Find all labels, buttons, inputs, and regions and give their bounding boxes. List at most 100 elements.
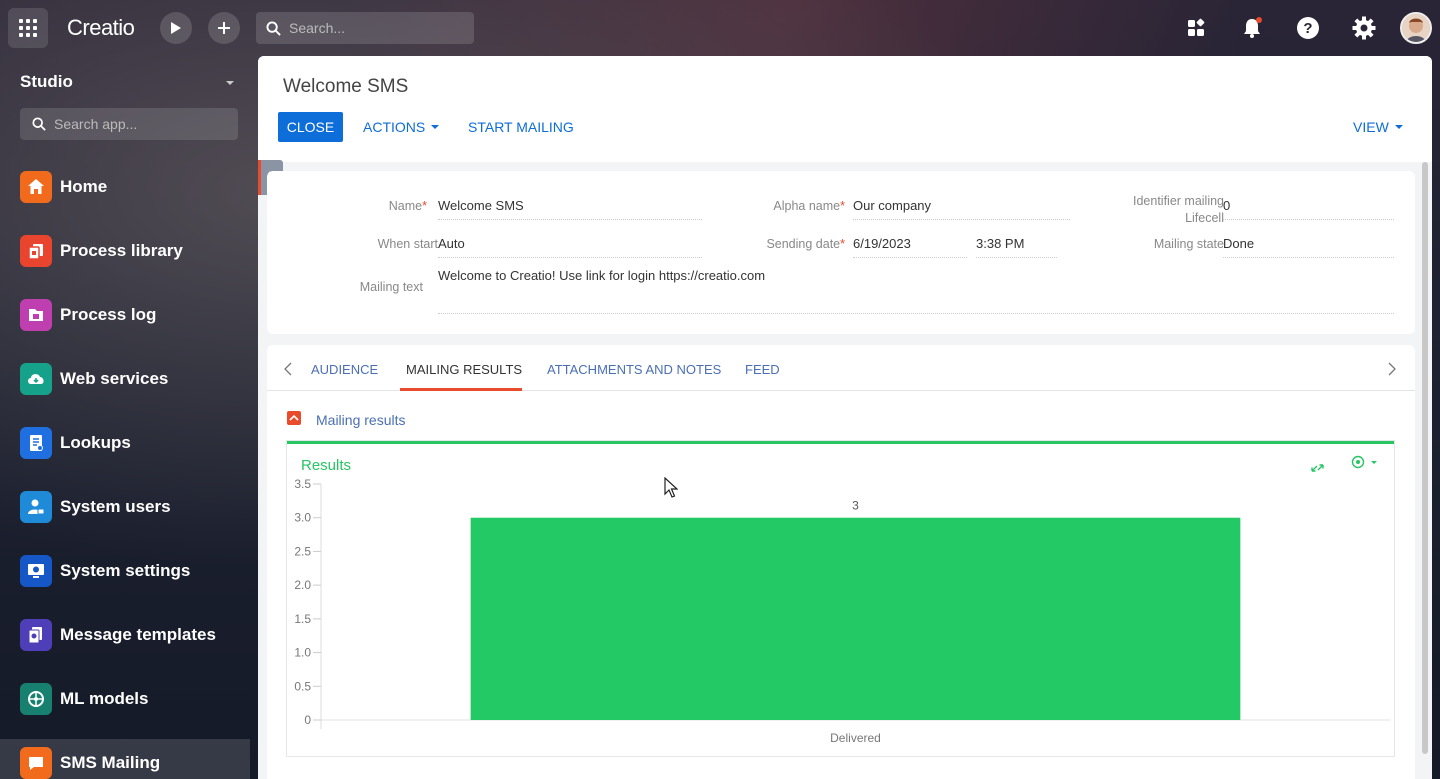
mailing-fields: Name* Welcome SMS Alpha name* Our compan… [267, 171, 1415, 334]
chevron-down-icon [431, 125, 440, 129]
message-templates-icon [20, 619, 52, 651]
sidebar-item-process-library[interactable]: Process library [0, 227, 250, 275]
tab-feed[interactable]: FEED [745, 362, 780, 377]
sms-mailing-icon [20, 747, 52, 779]
bell-icon [1244, 17, 1262, 38]
add-button[interactable] [208, 12, 240, 44]
sidebar-item-system-users[interactable]: System users [0, 483, 250, 531]
alpha-name-field[interactable]: Our company [853, 194, 1070, 220]
page-scrollbar[interactable] [1422, 162, 1428, 754]
actions-button[interactable]: ACTIONS [363, 112, 440, 142]
app-search[interactable] [20, 108, 238, 140]
global-search[interactable] [256, 12, 474, 44]
identifier-label: Identifier mailing Lifecell [1132, 194, 1224, 225]
y-tick-label: 1.5 [294, 612, 311, 626]
svg-text:?: ? [1303, 20, 1312, 37]
chevron-down-icon [1371, 461, 1377, 464]
sidebar-item-web-services[interactable]: Web services [0, 355, 250, 403]
notifications-button[interactable] [1238, 14, 1266, 42]
chevron-down-icon[interactable] [226, 81, 234, 85]
view-button[interactable]: VIEW [1353, 112, 1403, 142]
actions-label: ACTIONS [363, 119, 426, 135]
sidebar-item-label: Lookups [60, 433, 131, 452]
detail-tabs-card: AUDIENCE MAILING RESULTS ATTACHMENTS AND… [267, 345, 1415, 779]
sidebar-item-ml-models[interactable]: ML models [0, 675, 250, 723]
ml-models-icon [20, 683, 52, 715]
view-label: VIEW [1353, 119, 1389, 135]
sidebar-item-process-log[interactable]: Process log [0, 291, 250, 339]
home-icon [20, 171, 52, 203]
mailing-text-label: Mailing text [359, 280, 423, 294]
workspace-title[interactable]: Studio [20, 72, 73, 92]
apps-icon [1188, 18, 1205, 36]
when-start-field[interactable]: Auto [438, 232, 702, 258]
sidebar-item-label: Home [60, 177, 108, 196]
app-hub-button[interactable] [1182, 14, 1210, 42]
tab-attachments-and-notes[interactable]: ATTACHMENTS AND NOTES [547, 362, 721, 377]
help-button[interactable]: ? [1294, 14, 1322, 42]
search-icon [32, 117, 46, 131]
y-tick-label: 3.5 [294, 477, 311, 491]
mailing-state-label: Mailing state [1153, 237, 1224, 251]
lookups-icon [20, 427, 52, 459]
y-tick-label: 0 [304, 713, 311, 727]
collapse-group-button[interactable] [287, 411, 301, 425]
process-log-icon [20, 299, 52, 331]
run-process-button[interactable] [160, 12, 192, 44]
y-tick-label: 1.0 [294, 646, 311, 660]
avatar-icon [1402, 14, 1430, 42]
chevron-up-icon [289, 414, 299, 421]
sending-date-label: Sending date* [766, 237, 845, 251]
sidebar-item-system-settings[interactable]: System settings [0, 547, 250, 595]
group-title[interactable]: Mailing results [316, 412, 405, 428]
name-label: Name* [388, 199, 427, 213]
sidebar-item-home[interactable]: Home [0, 163, 250, 211]
sidebar-item-label: System users [60, 497, 171, 516]
x-tick-label: Delivered [830, 731, 881, 745]
system-settings-icon [20, 555, 52, 587]
results-chart: Results 3.5 3.0 2.5 2.0 1.5 1.0 0.5 0 3 Delivere… [287, 441, 1394, 756]
sending-date-field[interactable]: 6/19/2023 [853, 232, 967, 258]
chart-settings-button[interactable] [1351, 455, 1378, 469]
sidebar-item-sms-mailing[interactable]: SMS Mailing [0, 739, 250, 779]
bar-data-label: 3 [852, 499, 859, 513]
plus-icon [218, 22, 230, 34]
chevron-left-icon[interactable] [284, 362, 292, 379]
sidebar-item-message-templates[interactable]: Message templates [0, 611, 250, 659]
identifier-field[interactable]: 0 [1223, 194, 1394, 220]
settings-button[interactable] [1350, 14, 1378, 42]
creatio-logo[interactable]: Creatio [67, 15, 135, 41]
sidebar-item-label: SMS Mailing [60, 753, 161, 772]
sidebar-item-lookups[interactable]: Lookups [0, 419, 250, 467]
play-icon [171, 22, 181, 34]
tab-mailing-results[interactable]: MAILING RESULTS [406, 362, 522, 377]
app-launcher-button[interactable] [8, 8, 48, 48]
tab-audience[interactable]: AUDIENCE [311, 362, 378, 377]
page-title: Welcome SMS [283, 76, 409, 97]
name-field[interactable]: Welcome SMS [438, 194, 702, 220]
app-search-input[interactable] [54, 116, 214, 132]
sidebar-item-label: Process log [60, 305, 157, 324]
chevron-right-icon[interactable] [1388, 362, 1396, 379]
top-bar: Creatio ? [0, 0, 1440, 56]
tab-bar: AUDIENCE MAILING RESULTS ATTACHMENTS AND… [267, 345, 1415, 391]
start-mailing-button[interactable]: START MAILING [468, 112, 574, 142]
sidebar-item-label: System settings [60, 561, 191, 580]
close-button[interactable]: CLOSE [278, 112, 343, 142]
expand-chart-button[interactable] [1311, 464, 1324, 472]
when-start-label: When start [377, 237, 438, 251]
sidebar-item-label: Process library [60, 241, 183, 260]
sidebar-item-label: Message templates [60, 625, 216, 644]
bar[interactable] [470, 517, 1241, 720]
y-tick-label: 0.5 [294, 679, 311, 693]
search-icon [266, 20, 281, 36]
global-search-input[interactable] [289, 20, 449, 36]
active-tab-indicator [400, 388, 522, 391]
user-avatar[interactable] [1400, 12, 1432, 44]
sending-time-field[interactable]: 3:38 PM [976, 232, 1057, 258]
system-users-icon [20, 491, 52, 523]
record-page: Welcome SMS CLOSE ACTIONS START MAILING … [258, 56, 1432, 779]
mailing-text-field[interactable]: Welcome to Creatio! Use link for login h… [438, 264, 1394, 314]
bar-chart: 3.5 3.0 2.5 2.0 1.5 1.0 0.5 0 3 Delivered [294, 455, 1390, 745]
mailing-state-field[interactable]: Done [1223, 232, 1394, 258]
